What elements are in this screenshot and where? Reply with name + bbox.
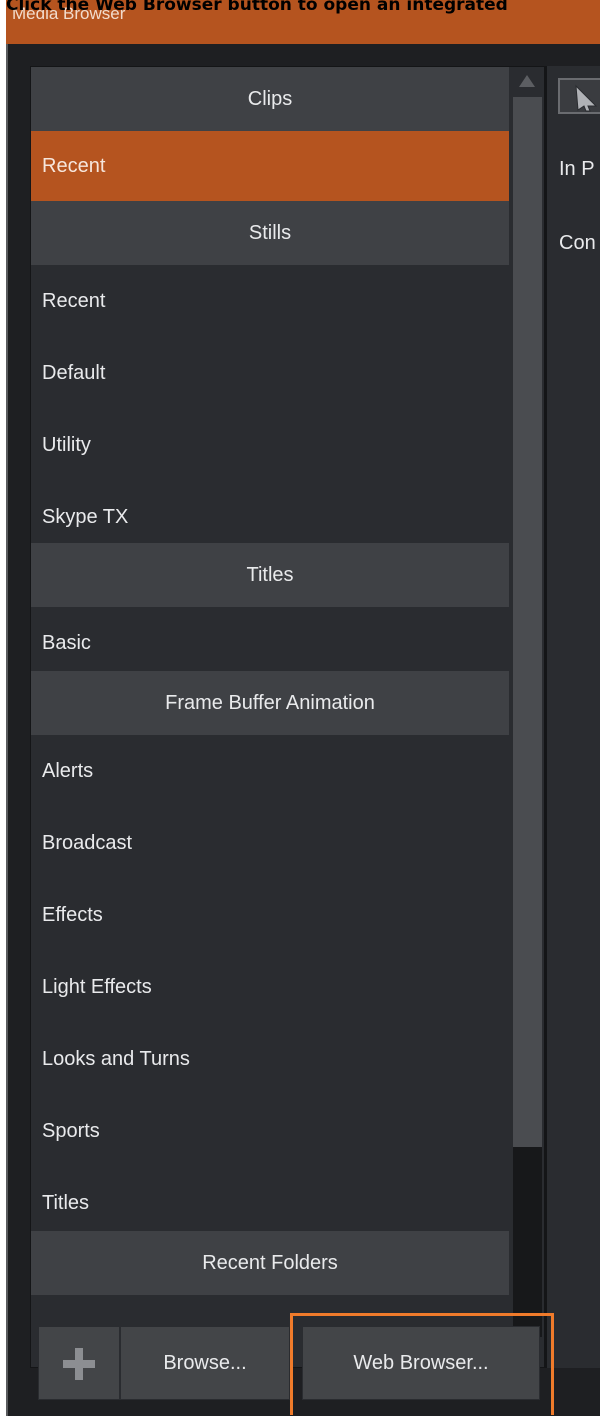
list-item[interactable]: Looks and Turns [31, 1023, 509, 1095]
list-item[interactable]: Light Effects [31, 951, 509, 1023]
scroll-up-arrow-icon[interactable] [519, 75, 535, 87]
list-item[interactable]: Utility [31, 409, 509, 481]
list-item[interactable]: Titles [31, 1167, 509, 1239]
scroll-track[interactable] [513, 1147, 542, 1337]
content-panel: In P Con [545, 66, 600, 1368]
category-list-panel: Clips Recent Stills Recent Default Utili… [30, 66, 545, 1368]
section-header: Clips [31, 67, 509, 131]
instruction-caption: Click the Web Browser button to open an … [6, 0, 508, 15]
cursor-select-icon[interactable] [558, 78, 600, 114]
scroll-thumb[interactable] [513, 97, 542, 1147]
list-item[interactable]: Alerts [31, 735, 509, 807]
bottom-toolbar: Browse... Web Browser... [30, 1326, 600, 1416]
window-body: Clips Recent Stills Recent Default Utili… [6, 44, 600, 1416]
section-header: Titles [31, 543, 509, 607]
section-header: Recent Folders [31, 1231, 509, 1295]
section-header: Stills [31, 201, 509, 265]
add-button[interactable] [38, 1326, 120, 1400]
list-item[interactable]: Sports [31, 1095, 509, 1167]
list-item[interactable]: Broadcast [31, 807, 509, 879]
list-scrollbar[interactable] [510, 67, 544, 1367]
list-item[interactable]: Basic [31, 607, 509, 679]
category-list: Clips Recent Stills Recent Default Utili… [31, 67, 509, 1367]
list-item[interactable]: Recent [31, 131, 509, 201]
section-header: Frame Buffer Animation [31, 671, 509, 735]
list-item[interactable]: Default [31, 337, 509, 409]
browse-button[interactable]: Browse... [120, 1326, 290, 1400]
list-item[interactable]: Recent [31, 265, 509, 337]
web-browser-button[interactable]: Web Browser... [302, 1326, 540, 1400]
media-browser-window: Media Browser Click the Web Browser butt… [0, 0, 600, 1416]
content-label: Con [559, 232, 596, 254]
list-item[interactable]: Effects [31, 879, 509, 951]
content-label: In P [559, 158, 595, 180]
